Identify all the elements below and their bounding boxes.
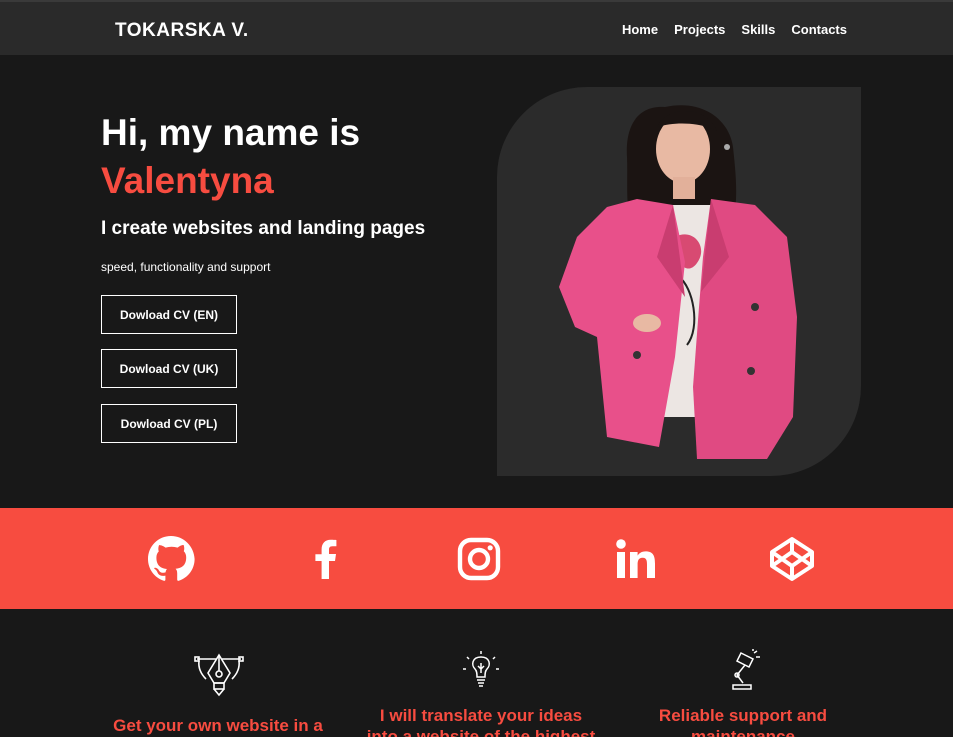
hero-section: Hi, my name is Valentyna I create websit…: [0, 55, 953, 508]
nav-contacts[interactable]: Contacts: [791, 22, 847, 37]
hero-greeting: Hi, my name is: [101, 112, 361, 153]
service-title-line1: I will translate your ideas: [379, 706, 583, 725]
download-cv-pl-button[interactable]: Dowload CV (PL): [101, 404, 237, 443]
service-title-line2: into a website of the highest: [366, 727, 596, 737]
hero-name: Valentyna: [101, 160, 274, 201]
services-section: Get your own website in a I will transla…: [0, 609, 953, 737]
hero-subtitle: I create websites and landing pages: [101, 218, 426, 239]
service-title-line2: maintenance: [691, 727, 795, 737]
service-title-line1: Get your own website in a: [113, 716, 323, 735]
service-title-line1: Reliable support and: [658, 706, 828, 725]
main-nav: Home Projects Skills Contacts: [622, 22, 847, 37]
pen-tool-icon: [194, 653, 244, 697]
github-icon[interactable]: [147, 535, 195, 583]
social-bar: [0, 508, 953, 609]
profile-photo-frame: [497, 87, 861, 476]
desk-lamp-icon: [732, 649, 760, 690]
facebook-icon[interactable]: [301, 535, 349, 583]
nav-skills[interactable]: Skills: [741, 22, 775, 37]
download-cv-uk-button[interactable]: Dowload CV (UK): [101, 349, 237, 388]
site-header: TOKARSKA V. Home Projects Skills Contact…: [0, 0, 953, 55]
profile-photo: [559, 105, 797, 459]
codepen-icon[interactable]: [768, 535, 816, 583]
linkedin-icon[interactable]: [612, 535, 660, 583]
download-cv-en-button[interactable]: Dowload CV (EN): [101, 295, 237, 334]
lightbulb-icon: [463, 651, 499, 687]
site-logo[interactable]: TOKARSKA V.: [115, 20, 249, 42]
instagram-icon[interactable]: [455, 535, 503, 583]
nav-home[interactable]: Home: [622, 22, 658, 37]
nav-projects[interactable]: Projects: [674, 22, 725, 37]
hero-tagline: speed, functionality and support: [101, 260, 271, 274]
